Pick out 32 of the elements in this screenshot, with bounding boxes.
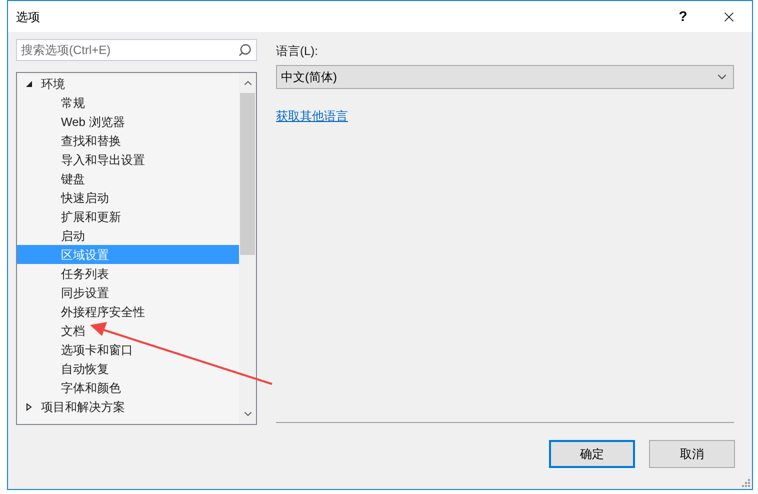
scrollbar-thumb[interactable] (240, 93, 255, 255)
language-label: 语言(L): (276, 43, 319, 60)
collapsed-triangle-icon[interactable] (25, 402, 33, 410)
tree-item[interactable]: 自动恢复 (17, 359, 239, 378)
scrollbar[interactable] (239, 73, 256, 424)
expanded-triangle-icon[interactable] (25, 80, 33, 88)
tree-item[interactable]: Web 浏览器 (17, 112, 239, 131)
tree-item[interactable]: 导入和导出设置 (17, 150, 239, 169)
tree-item[interactable]: 启动 (17, 226, 239, 245)
more-languages-link[interactable]: 获取其他语言 (276, 107, 348, 125)
search-input[interactable]: 搜索选项(Ctrl+E) (21, 41, 238, 59)
tree-item[interactable]: 快速启动 (17, 188, 239, 207)
tree-item[interactable]: 键盘 (17, 169, 239, 188)
tree-item[interactable]: 任务列表 (17, 264, 239, 283)
tree-item[interactable]: 环境 (17, 74, 239, 93)
window-title: 选项 (16, 8, 40, 26)
tree-item[interactable]: 外接程序安全性 (17, 302, 239, 321)
tree-item[interactable]: 同步设置 (17, 283, 239, 302)
language-dropdown[interactable]: 中文(简体) (276, 65, 734, 89)
tree-item[interactable]: 常规 (17, 93, 239, 112)
search-field[interactable]: 搜索选项(Ctrl+E) (16, 39, 257, 61)
help-button[interactable]: ? (660, 1, 706, 32)
tree-item[interactable]: 扩展和更新 (17, 207, 239, 226)
tree-item[interactable]: 字体和颜色 (17, 378, 239, 397)
ok-button[interactable]: 确定 (549, 440, 635, 468)
cancel-button[interactable]: 取消 (649, 440, 735, 468)
resize-grip-icon[interactable] (742, 479, 750, 487)
tree-item[interactable]: 选项卡和窗口 (17, 340, 239, 359)
tree-item[interactable]: 项目和解决方案 (17, 397, 239, 416)
tree-item[interactable]: 查找和替换 (17, 131, 239, 150)
search-icon[interactable] (238, 43, 252, 57)
tree-item[interactable]: 文档 (17, 321, 239, 340)
